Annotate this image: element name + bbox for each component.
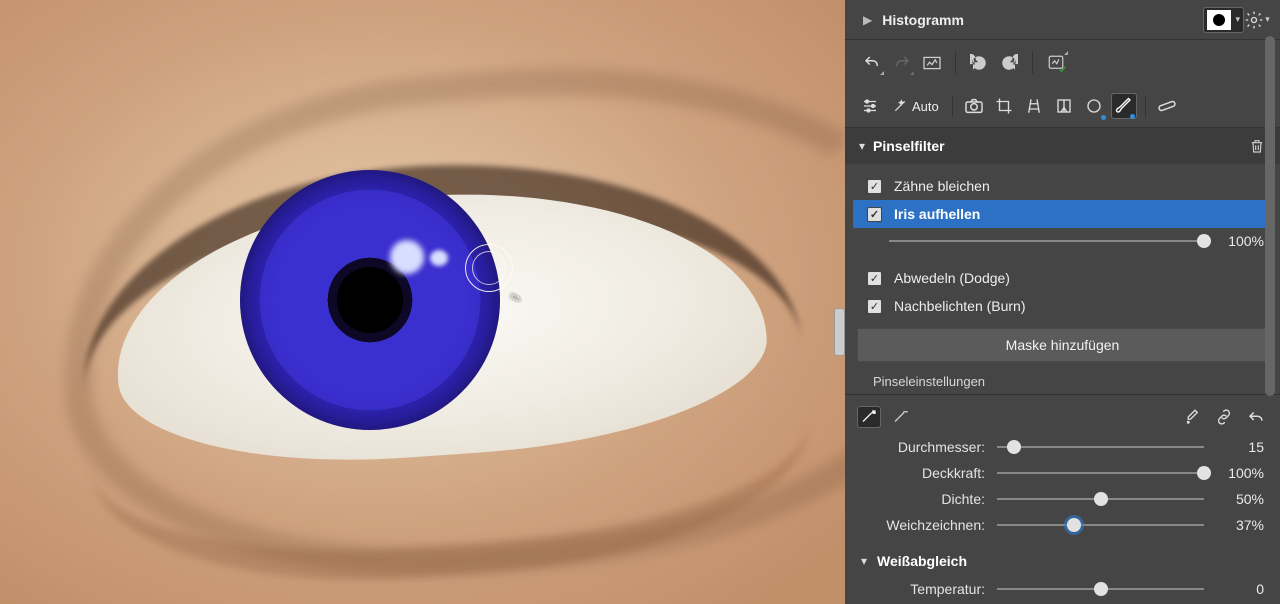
filter-label: Abwedeln (Dodge) xyxy=(894,270,1010,286)
iris-amount-value: 100% xyxy=(1216,233,1264,249)
photo-highlight xyxy=(430,250,448,266)
feather-value: 37% xyxy=(1216,517,1264,533)
feather-slider[interactable]: Weichzeichnen: 37% xyxy=(845,512,1280,538)
diameter-label: Durchmesser: xyxy=(845,439,985,455)
slider-track[interactable] xyxy=(997,588,1204,590)
brush-settings-heading: Pinseleinstellungen xyxy=(845,370,1280,391)
rotate-cw-button[interactable] xyxy=(996,50,1022,76)
tools-toolbar: Auto xyxy=(845,85,1280,128)
color-picker-button[interactable] xyxy=(1180,406,1204,428)
slider-knob[interactable] xyxy=(1197,466,1211,480)
canvas-scroll-handle[interactable] xyxy=(834,308,845,356)
separator xyxy=(845,394,1280,395)
filter-label: Zähne bleichen xyxy=(894,178,990,194)
checkbox-checked-icon[interactable]: ✓ xyxy=(867,207,882,222)
whitebalance-title: Weißabgleich xyxy=(877,553,967,569)
brush-mode-toolbar xyxy=(845,400,1280,434)
brush-add-mode-button[interactable] xyxy=(857,406,881,428)
separator xyxy=(1032,52,1033,74)
checkbox-checked-icon[interactable]: ✓ xyxy=(867,299,882,314)
slider-knob[interactable] xyxy=(1067,518,1081,532)
mask-mode-button[interactable]: ▾ xyxy=(1203,7,1244,33)
opacity-slider[interactable]: Deckkraft: 100% xyxy=(845,460,1280,486)
image-canvas[interactable]: ✎ xyxy=(0,0,845,604)
auto-label: Auto xyxy=(912,99,939,114)
redo-button xyxy=(889,50,915,76)
diameter-value: 15 xyxy=(1216,439,1264,455)
scrollbar-thumb[interactable] xyxy=(1265,36,1275,396)
density-label: Dichte: xyxy=(845,491,985,507)
separator xyxy=(1145,95,1146,117)
radial-filter-button[interactable] xyxy=(1081,93,1107,119)
crop-tool-button[interactable] xyxy=(991,93,1017,119)
slider-knob[interactable] xyxy=(1094,492,1108,506)
checkbox-checked-icon[interactable]: ✓ xyxy=(867,271,882,286)
pinselfilter-header[interactable]: ▾ Pinselfilter xyxy=(845,128,1280,164)
perspective-tool-button[interactable] xyxy=(1021,93,1047,119)
filter-label: Nachbelichten (Burn) xyxy=(894,298,1026,314)
histogram-title: Histogramm xyxy=(882,12,1203,28)
separator xyxy=(952,95,953,117)
whitebalance-header[interactable]: ▾ Weißabgleich xyxy=(845,546,1280,576)
opacity-value: 100% xyxy=(1216,465,1264,481)
add-mask-button[interactable]: Maske hinzufügen xyxy=(857,328,1268,362)
slider-track[interactable] xyxy=(997,524,1204,526)
filter-label: Iris aufhellen xyxy=(894,206,980,222)
feather-label: Weichzeichnen: xyxy=(845,517,985,533)
mask-mode-icon xyxy=(1207,10,1231,30)
slider-knob[interactable] xyxy=(1197,234,1211,248)
rotate-ccw-button[interactable] xyxy=(966,50,992,76)
histogram-header[interactable]: ▶ Histogramm ▾ ▾ xyxy=(845,0,1280,40)
brush-subtract-mode-button[interactable] xyxy=(889,406,913,428)
filter-list: ✓ Zähne bleichen ✓ Iris aufhellen 100% ✓… xyxy=(845,164,1280,320)
density-slider[interactable]: Dichte: 50% xyxy=(845,486,1280,512)
separator xyxy=(955,52,956,74)
chevron-down-icon: ▾ xyxy=(859,139,865,153)
photo-highlight xyxy=(390,240,424,274)
straighten-tool-button[interactable] xyxy=(1051,93,1077,119)
compare-button[interactable] xyxy=(919,50,945,76)
iris-amount-slider[interactable]: 100% xyxy=(845,228,1280,254)
filter-iris-brighten[interactable]: ✓ Iris aufhellen xyxy=(853,200,1272,228)
opacity-label: Deckkraft: xyxy=(845,465,985,481)
brush-cursor xyxy=(465,244,513,292)
slider-track[interactable] xyxy=(889,240,1204,242)
checkbox-checked-icon[interactable]: ✓ xyxy=(867,179,882,194)
diameter-slider[interactable]: Durchmesser: 15 xyxy=(845,434,1280,460)
temperature-slider[interactable]: Temperatur: 0 xyxy=(845,576,1280,602)
temperature-value: 0 xyxy=(1216,581,1264,597)
side-panel: ▶ Histogramm ▾ ▾ xyxy=(845,0,1280,604)
chevron-right-icon: ▶ xyxy=(863,13,872,27)
slider-track[interactable] xyxy=(997,498,1204,500)
chevron-down-icon: ▾ xyxy=(861,554,867,568)
pinselfilter-title: Pinselfilter xyxy=(873,138,1244,154)
slider-knob[interactable] xyxy=(1094,582,1108,596)
filter-dodge[interactable]: ✓ Abwedeln (Dodge) xyxy=(845,264,1280,292)
panel-scrollbar[interactable] xyxy=(1262,0,1278,604)
auto-enhance-button[interactable]: Auto xyxy=(887,93,944,119)
slider-track[interactable] xyxy=(997,472,1204,474)
slider-knob[interactable] xyxy=(1007,440,1021,454)
history-toolbar xyxy=(845,40,1280,85)
slider-track[interactable] xyxy=(997,446,1204,448)
density-value: 50% xyxy=(1216,491,1264,507)
undo-button[interactable] xyxy=(859,50,885,76)
camera-tool-button[interactable] xyxy=(961,93,987,119)
brush-filter-button[interactable] xyxy=(1111,93,1137,119)
chevron-down-icon: ▾ xyxy=(1235,14,1240,25)
filter-teeth-whiten[interactable]: ✓ Zähne bleichen xyxy=(845,172,1280,200)
heal-tool-button[interactable] xyxy=(1154,93,1180,119)
link-button[interactable] xyxy=(1212,406,1236,428)
temperature-label: Temperatur: xyxy=(845,581,985,597)
adjust-sliders-button[interactable] xyxy=(857,93,883,119)
presets-button[interactable] xyxy=(1043,50,1069,76)
filter-burn[interactable]: ✓ Nachbelichten (Burn) xyxy=(845,292,1280,320)
